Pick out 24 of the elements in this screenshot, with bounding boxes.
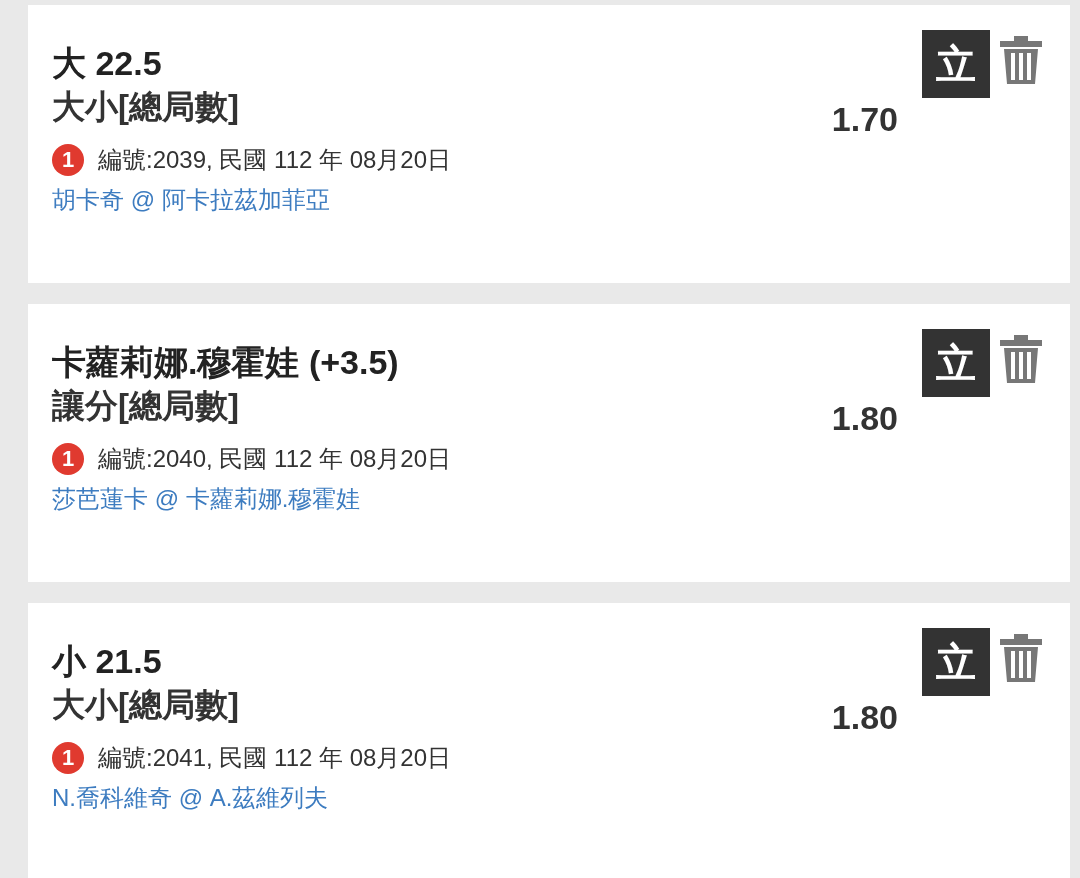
odds-value: 1.80: [831, 697, 898, 738]
trash-icon[interactable]: [998, 335, 1044, 383]
selection-title: 大 22.5: [52, 43, 163, 84]
bet-info: 編號:2040, 民國 112 年 08月20日: [98, 444, 452, 474]
count-badge: 1: [52, 144, 84, 176]
market-name: 大小[總局數]: [52, 87, 240, 127]
market-name: 讓分[總局數]: [52, 386, 240, 426]
count-badge: 1: [52, 742, 84, 774]
instant-button[interactable]: 立: [922, 628, 990, 696]
match-link[interactable]: 胡卡奇 @ 阿卡拉茲加菲亞: [52, 180, 808, 220]
bet-info: 編號:2041, 民國 112 年 08月20日: [98, 743, 452, 773]
match-link[interactable]: 莎芭蓮卡 @ 卡蘿莉娜.穆霍娃: [52, 479, 808, 519]
selection-title: 小 21.5: [52, 641, 163, 682]
instant-button[interactable]: 立: [922, 30, 990, 98]
bet-info: 編號:2039, 民國 112 年 08月20日: [98, 145, 452, 175]
market-name: 大小[總局數]: [52, 685, 240, 725]
count-badge: 1: [52, 443, 84, 475]
instant-button[interactable]: 立: [922, 329, 990, 397]
odds-value: 1.80: [831, 398, 898, 439]
odds-value: 1.70: [831, 99, 898, 140]
selection-title: 卡蘿莉娜.穆霍娃 (+3.5): [52, 342, 400, 383]
trash-icon[interactable]: [998, 634, 1044, 682]
trash-icon[interactable]: [998, 36, 1044, 84]
match-link[interactable]: N.喬科維奇 @ A.茲維列夫: [52, 778, 808, 818]
